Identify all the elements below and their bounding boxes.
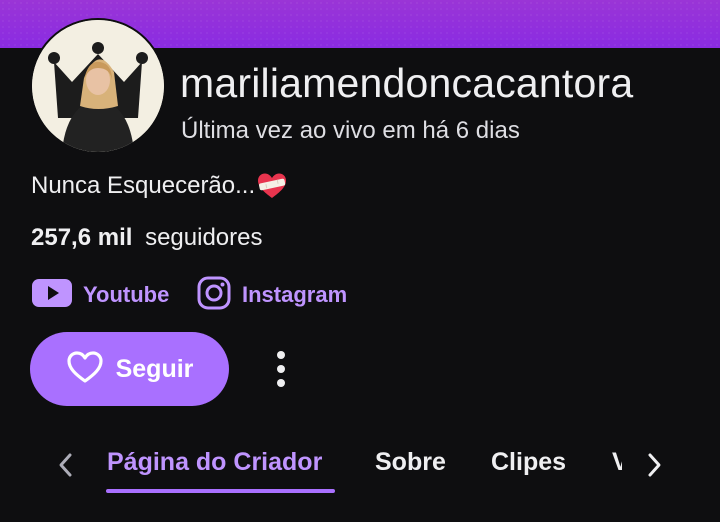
more-vertical-icon[interactable] — [266, 346, 296, 392]
avatar[interactable] — [30, 18, 166, 154]
tab-creator-page[interactable]: Página do Criador — [107, 448, 322, 477]
active-tab-indicator — [106, 489, 335, 493]
instagram-label: Instagram — [242, 282, 348, 307]
chevron-left-icon — [59, 453, 72, 477]
follow-button[interactable]: Seguir — [30, 332, 229, 406]
bio-text: Nunca Esquecerão... — [31, 172, 256, 199]
last-live-status: Última vez ao vivo em há 6 dias — [181, 117, 520, 144]
follow-label: Seguir — [115, 354, 194, 383]
chevron-right-icon — [648, 453, 661, 477]
more-dot — [277, 351, 285, 359]
tab-clips[interactable]: Clipes — [491, 448, 566, 477]
heart-outline-icon — [66, 350, 104, 389]
followers-label: seguidores — [145, 224, 263, 251]
heart-with-bandage-icon — [257, 172, 287, 200]
channel-name: mariliamendoncacantora — [180, 60, 634, 106]
avatar-image — [32, 20, 164, 152]
youtube-label: Youtube — [83, 282, 170, 307]
tabs-scroll-right[interactable] — [642, 450, 666, 480]
tab-videos-clipped[interactable]: V — [612, 448, 622, 482]
more-dot — [277, 365, 285, 373]
youtube-icon — [31, 278, 73, 313]
youtube-link[interactable]: Youtube — [31, 278, 169, 312]
instagram-link[interactable]: Instagram — [196, 276, 348, 312]
instagram-icon — [196, 275, 232, 316]
tab-about[interactable]: Sobre — [375, 448, 446, 477]
tab-videos: V — [612, 448, 622, 476]
channel-bio: Nunca Esquecerão... — [31, 172, 287, 200]
followers-number: 257,6 mil — [31, 224, 133, 251]
more-dot — [277, 379, 285, 387]
tabs-scroll-left[interactable] — [54, 450, 78, 480]
followers-count: 257,6 mil seguidores — [31, 224, 263, 252]
channel-screen: mariliamendoncacantora Última vez ao viv… — [0, 0, 720, 522]
